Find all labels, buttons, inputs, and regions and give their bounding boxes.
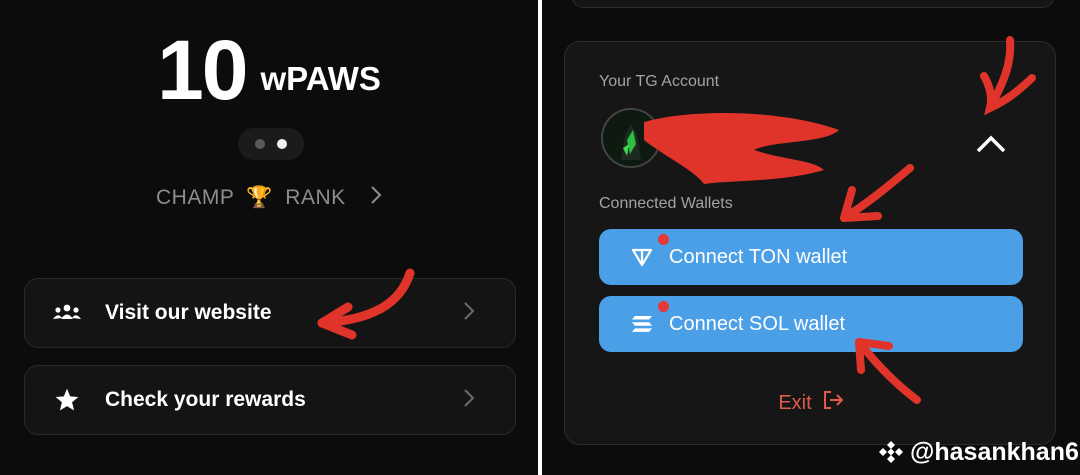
left-screenshot-panel: 10 wPAWS CHAMP 🏆 RANK Visit our website [0,0,538,475]
top-card-edge [572,0,1054,8]
chevron-right-icon [463,388,475,413]
page-indicator[interactable] [238,128,304,160]
connect-sol-wallet-button[interactable]: Connect SOL wallet [599,296,1023,352]
arrow-annotation [840,164,914,222]
rank-link[interactable]: CHAMP 🏆 RANK [0,186,538,210]
rank-suffix: RANK [285,186,346,209]
connect-ton-label: Connect TON wallet [669,245,848,268]
users-icon [49,304,85,322]
connect-sol-label: Connect SOL wallet [669,312,846,335]
arrow-annotation [980,36,1036,116]
connect-ton-wallet-button[interactable]: Connect TON wallet [599,229,1023,285]
redaction-scribble [644,112,839,184]
page-dot[interactable] [255,139,265,149]
watermark-text: @hasankhan6 [910,437,1079,466]
check-rewards-button[interactable]: Check your rewards [24,365,516,435]
arrow-annotation [317,268,415,340]
balance-display: 10 wPAWS [0,22,538,112]
rank-prefix: CHAMP [155,186,234,209]
balance-unit: wPAWS [260,60,381,97]
check-rewards-label: Check your rewards [105,388,306,411]
ton-icon [629,234,669,270]
chevron-right-icon [463,301,475,326]
star-icon [49,387,85,413]
arrow-annotation [855,338,921,404]
exit-button[interactable]: Exit [565,389,1057,417]
binance-logo-icon [879,441,903,463]
visit-website-button[interactable]: Visit our website [24,278,516,348]
tg-account-label: Your TG Account [599,73,720,90]
logout-icon [822,389,844,417]
sol-icon [629,301,669,337]
balance-amount: 10 [157,23,248,117]
watermark: @hasankhan6 [878,437,1079,467]
chevron-right-icon [370,186,382,209]
trophy-icon: 🏆 [246,186,273,209]
right-screenshot-panel: Your TG Account Connected Wallets Connec… [542,0,1080,475]
exit-label: Exit [778,391,812,414]
chevron-up-icon[interactable] [975,134,1007,159]
connected-wallets-label: Connected Wallets [599,195,733,212]
notification-dot [658,301,669,312]
notification-dot [658,234,669,245]
page-dot-active[interactable] [277,139,287,149]
